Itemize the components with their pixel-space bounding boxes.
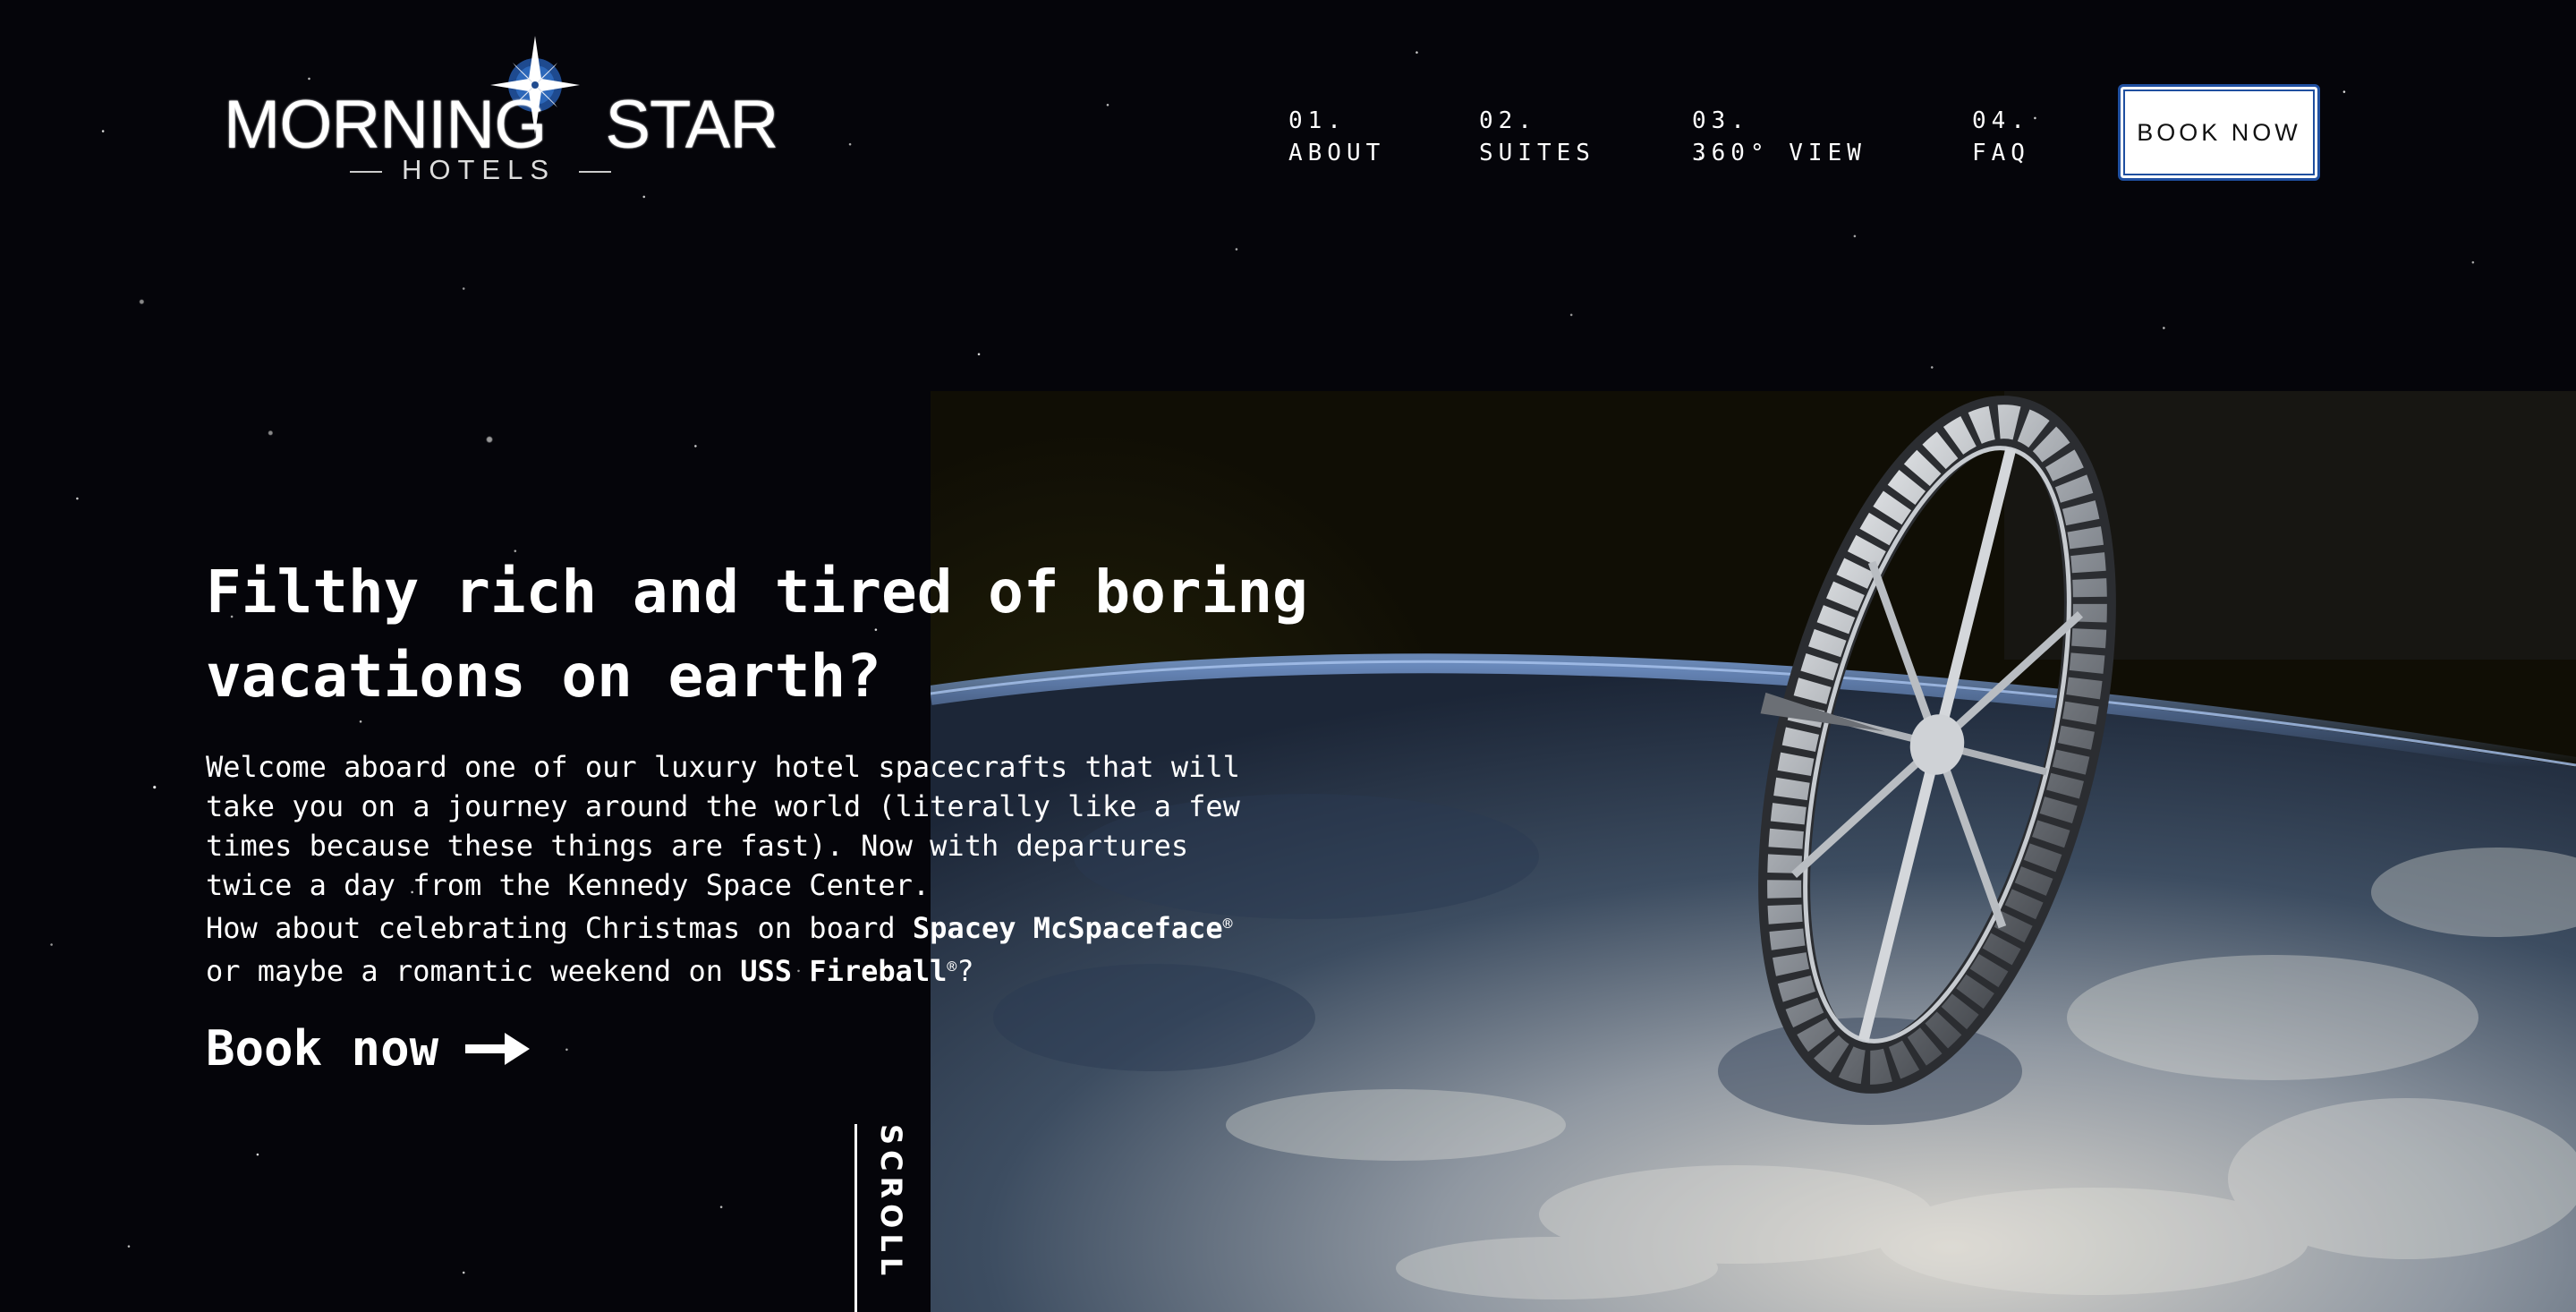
headline-line-2: vacations on earth? bbox=[206, 642, 881, 711]
nav-item-360-view[interactable]: 03. 360° VIEW bbox=[1692, 105, 1972, 169]
description-line-2: take you on a journey around the world (… bbox=[206, 789, 1240, 823]
description-line-1: Welcome aboard one of our luxury hotel s… bbox=[206, 750, 1240, 784]
nav-item-faq[interactable]: 04. FAQ bbox=[1972, 105, 2106, 169]
scroll-label: SCROLL bbox=[874, 1124, 908, 1282]
hero-description: Welcome aboard one of our luxury hotel s… bbox=[206, 747, 1297, 991]
scroll-line bbox=[854, 1124, 857, 1312]
nav-item-number: 02. bbox=[1479, 107, 1537, 134]
brand-subtitle: HOTELS bbox=[350, 154, 611, 186]
question-mark: ? bbox=[956, 954, 974, 988]
nav-item-about[interactable]: 01. ABOUT bbox=[1288, 105, 1479, 169]
brand-logo[interactable]: MORNING STAR HOTELS bbox=[224, 36, 778, 188]
description-line-3: times because these things are fast). No… bbox=[206, 829, 1189, 863]
ship-name-1: Spacey McSpaceface bbox=[912, 911, 1223, 945]
nav-item-label: ABOUT bbox=[1288, 140, 1386, 166]
brand-name: MORNING STAR bbox=[224, 91, 778, 159]
book-now-button[interactable]: BOOK NOW bbox=[2118, 84, 2320, 181]
headline-line-1: Filthy rich and tired of boring bbox=[206, 558, 1308, 626]
ship-name-2: USS Fireball bbox=[740, 954, 948, 988]
trademark-mark: ® bbox=[947, 958, 957, 976]
book-now-link[interactable]: Book now bbox=[206, 1020, 531, 1077]
nav-item-number: 04. bbox=[1972, 107, 2030, 134]
nav-item-number: 01. bbox=[1288, 107, 1347, 134]
description-line-4: twice a day from the Kennedy Space Cente… bbox=[206, 868, 931, 902]
nav-item-label: SUITES bbox=[1479, 140, 1595, 166]
scroll-indicator[interactable]: SCROLL bbox=[854, 1124, 908, 1312]
nav-item-number: 03. bbox=[1692, 107, 1750, 134]
description-line-5: How about celebrating Christmas on board bbox=[206, 911, 913, 945]
nav-item-label: 360° VIEW bbox=[1692, 140, 1866, 166]
brand-name-right: STAR bbox=[605, 87, 778, 163]
trademark-mark: ® bbox=[1222, 915, 1233, 933]
main-nav: 01. ABOUT 02. SUITES 03. 360° VIEW 04. F… bbox=[1288, 105, 2106, 169]
nav-item-label: FAQ bbox=[1972, 140, 2030, 166]
nav-item-suites[interactable]: 02. SUITES bbox=[1479, 105, 1692, 169]
hero-headline: Filthy rich and tired of boring vacation… bbox=[206, 550, 1369, 719]
arrow-right-icon bbox=[465, 1032, 531, 1065]
brand-name-left: MORNING bbox=[224, 87, 547, 163]
description-line-6: or maybe a romantic weekend on bbox=[206, 954, 741, 988]
book-now-link-label: Book now bbox=[206, 1020, 439, 1077]
